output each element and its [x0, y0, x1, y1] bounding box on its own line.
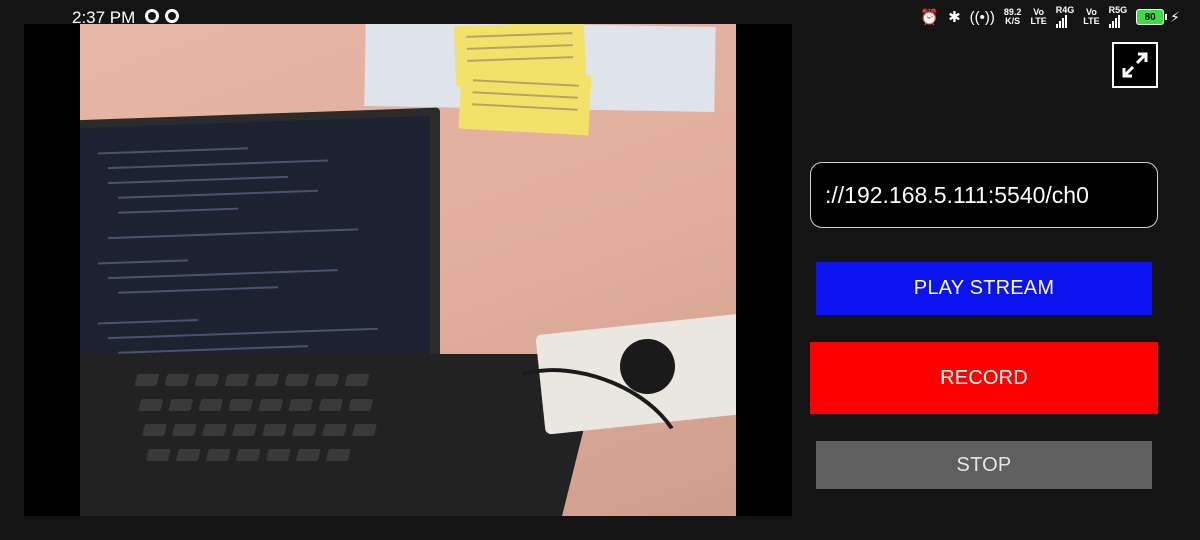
battery-icon: 80 ⚡ — [1136, 9, 1180, 26]
play-stream-button[interactable]: PLAY STREAM — [816, 262, 1152, 315]
sim2-network-label: R5G — [1108, 5, 1128, 15]
sticky-note — [458, 68, 592, 136]
alarm-icon: ⏰ — [920, 8, 940, 26]
sim2-volte: Vo LTE — [1083, 8, 1099, 26]
video-player[interactable] — [24, 24, 792, 516]
notification-icons — [145, 9, 179, 23]
app-notification-icon — [165, 9, 179, 23]
sim1-lte: LTE — [1030, 16, 1047, 26]
sim1-network: R4G — [1055, 5, 1075, 28]
signal-icon-2 — [1108, 15, 1128, 28]
net-speed-unit: K/S — [1005, 16, 1021, 26]
sim2-lte: LTE — [1083, 16, 1100, 26]
record-button[interactable]: RECORD — [810, 342, 1158, 414]
battery-level: 80 — [1136, 9, 1165, 25]
expand-icon — [1122, 52, 1148, 78]
hotspot-icon: ((•)) — [969, 8, 995, 26]
sim2-network: R5G — [1108, 5, 1128, 28]
sim1-network-label: R4G — [1055, 5, 1075, 15]
laptop — [80, 107, 440, 381]
signal-icon — [1055, 15, 1075, 28]
system-icons: ⏰ ✱ ((•)) 89.2 K/S Vo LTE R4G Vo LTE R5G… — [920, 6, 1180, 28]
fullscreen-button[interactable] — [1112, 42, 1158, 88]
stream-url-input[interactable] — [810, 162, 1158, 228]
bluetooth-icon: ✱ — [948, 8, 961, 26]
stop-button[interactable]: STOP — [816, 441, 1152, 489]
sim1-volte: Vo LTE — [1030, 8, 1046, 26]
chat-notification-icon — [145, 9, 159, 23]
charging-icon: ⚡ — [1170, 8, 1180, 25]
video-stream-frame — [80, 24, 736, 516]
net-speed: 89.2 K/S — [1004, 8, 1022, 26]
laptop-screen — [80, 115, 430, 371]
plug — [620, 339, 675, 394]
